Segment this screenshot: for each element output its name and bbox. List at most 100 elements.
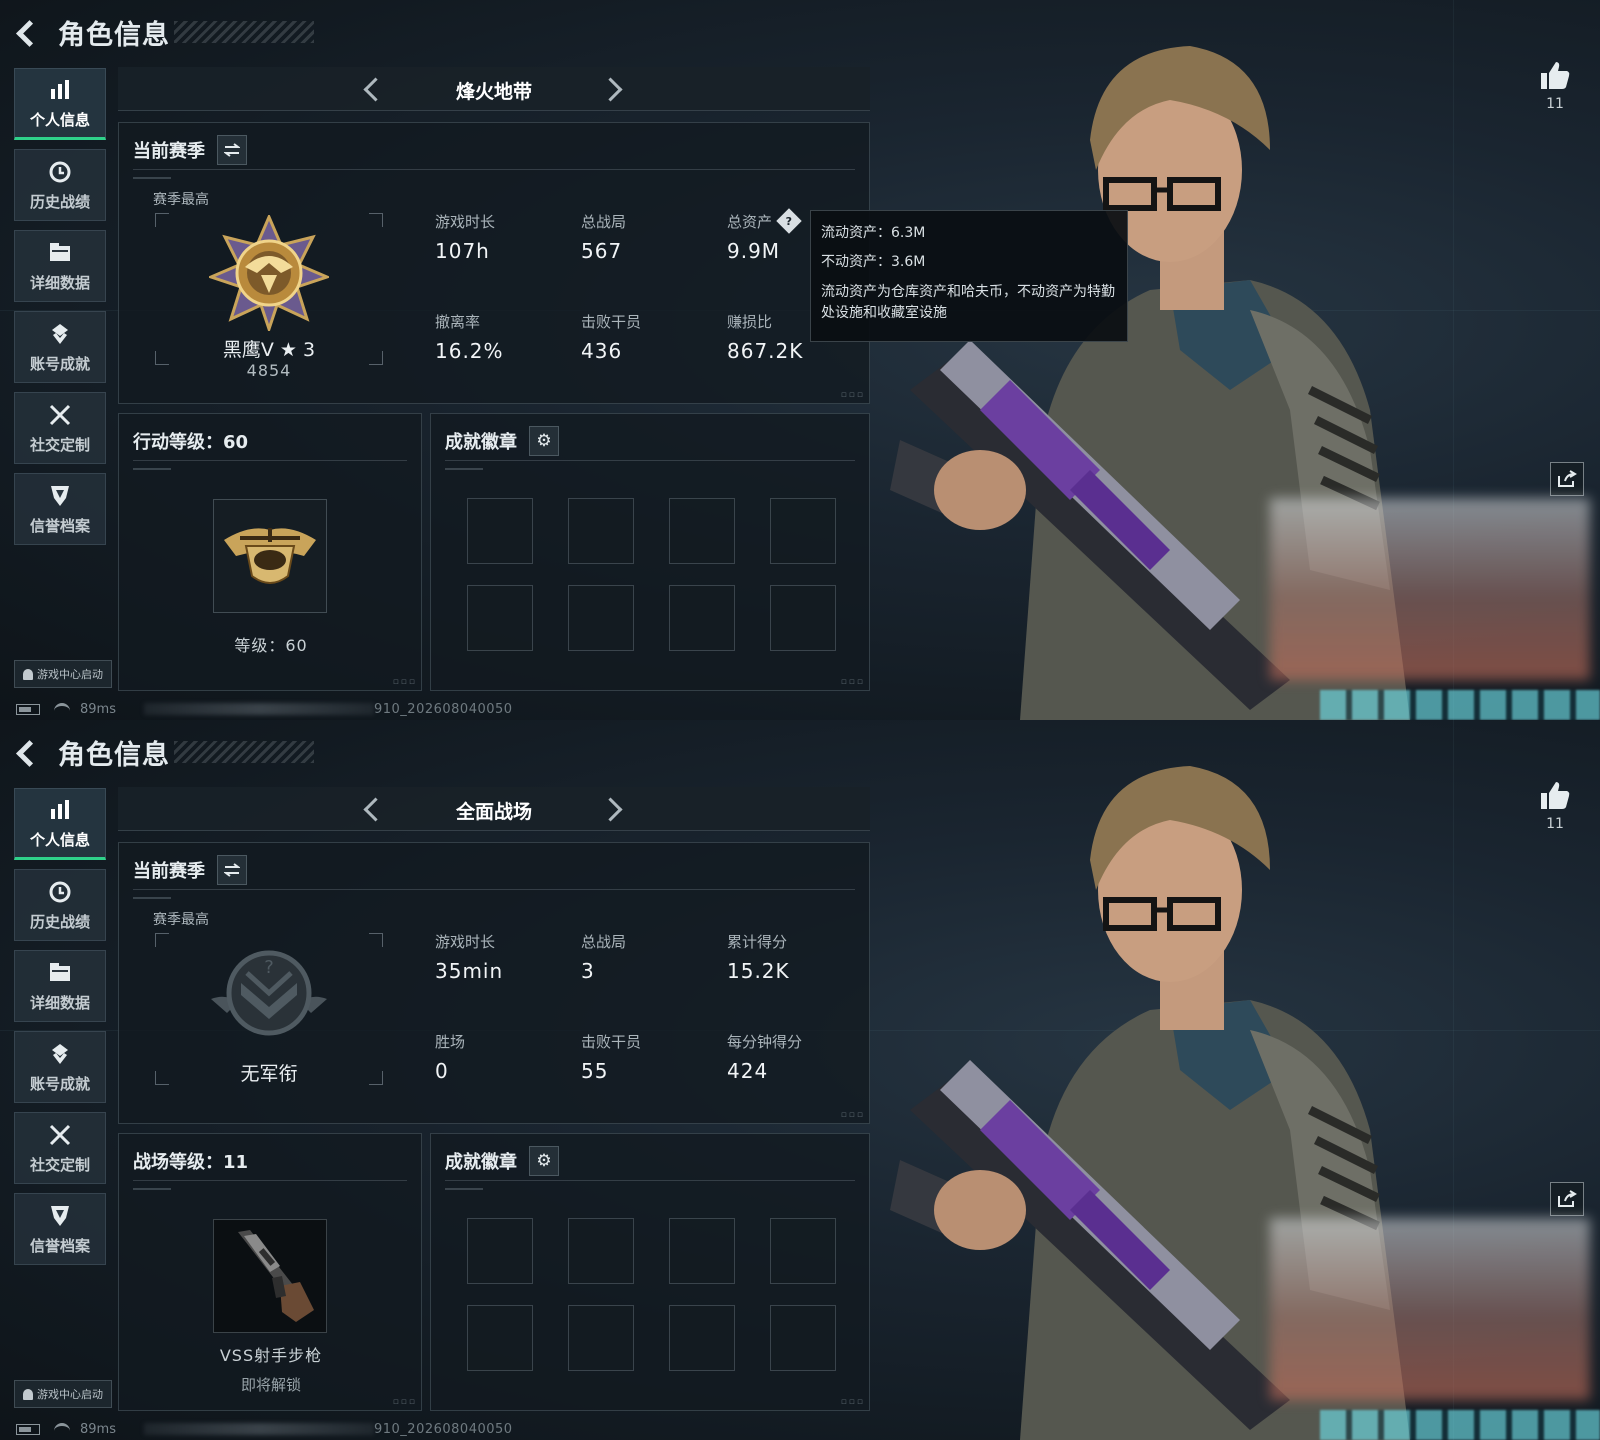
stat-extract-rate: 撤离率 16.2% <box>435 311 565 364</box>
badge-slot[interactable] <box>568 1305 634 1371</box>
badge-slot[interactable] <box>568 498 634 564</box>
stat-value: 867.2K <box>727 339 804 363</box>
sidebar: 个人信息 历史战绩 详细数据 账号成就 社交定制 信誉档案 <box>14 68 106 554</box>
badge-slot[interactable] <box>770 498 836 564</box>
badge-slot[interactable] <box>669 1305 735 1371</box>
bar-chart-icon <box>47 797 73 823</box>
badge-slot[interactable] <box>568 585 634 651</box>
stat-label: 撤离率 <box>435 312 481 331</box>
season-panel-header: 当前赛季 <box>133 855 247 885</box>
rank-score: 4854 <box>246 361 292 380</box>
chevron-right-icon[interactable] <box>600 795 628 823</box>
badge-slot[interactable] <box>770 1218 836 1284</box>
panel-corner-mark: ▫▫▫ <box>392 1397 417 1407</box>
share-button[interactable] <box>1550 462 1584 496</box>
wifi-icon <box>54 703 70 715</box>
sidebar-item-history[interactable]: 历史战绩 <box>14 149 106 221</box>
tooltip-liquid-assets: 流动资产：6.3M <box>821 225 926 241</box>
sidebar-item-reputation[interactable]: 信誉档案 <box>14 473 106 545</box>
sidebar-item-details[interactable]: 详细数据 <box>14 950 106 1022</box>
season-best-label: 赛季最高 <box>153 912 209 928</box>
gear-icon[interactable]: ⚙ <box>529 426 559 456</box>
sidebar-item-details[interactable]: 详细数据 <box>14 230 106 302</box>
stat-score-per-minute: 每分钟得分 424 <box>727 1031 857 1084</box>
back-arrow-icon[interactable] <box>14 17 42 47</box>
help-icon[interactable]: ? <box>776 208 802 234</box>
stat-total-matches: 总战局 3 <box>581 931 711 984</box>
share-button[interactable] <box>1550 1182 1584 1216</box>
achievement-icon <box>47 321 73 347</box>
page-title: 角色信息 <box>58 19 170 51</box>
stat-value: 107h <box>435 239 490 263</box>
season-panel: 当前赛季 赛季最高 ? 无军衔 游戏时长 35min 总战局 3 累计得分 15… <box>118 842 870 1124</box>
sidebar-item-label: 详细数据 <box>29 273 90 292</box>
badge-slot[interactable] <box>770 585 836 651</box>
achievement-badges-panel: 成就徽章 ⚙ ▫▫▫ <box>430 1133 870 1411</box>
badge-slot[interactable] <box>568 1218 634 1284</box>
stat-kills: 击败干员 436 <box>581 311 711 364</box>
game-center-launch-chip[interactable]: 游戏中心启动 <box>14 1380 112 1408</box>
thumbs-up-icon[interactable] <box>1539 60 1571 90</box>
sidebar-item-social[interactable]: 社交定制 <box>14 392 106 464</box>
swap-season-button[interactable] <box>217 855 247 885</box>
sidebar-item-label: 历史战绩 <box>29 912 90 931</box>
game-center-launch-chip[interactable]: 游戏中心启动 <box>14 660 112 688</box>
uid-text: 910_202608040050 <box>373 1421 513 1437</box>
divider <box>133 169 855 179</box>
panel-corner-mark: ▫▫▫ <box>392 677 417 687</box>
blurred-overlay <box>1270 1218 1590 1400</box>
sidebar-item-achievements[interactable]: 账号成就 <box>14 1031 106 1103</box>
badge-slot[interactable] <box>669 498 735 564</box>
history-clock-icon <box>47 159 73 185</box>
chevron-right-icon[interactable] <box>600 75 628 103</box>
badge-slot[interactable] <box>467 498 533 564</box>
badge-slot[interactable] <box>770 1305 836 1371</box>
sidebar-item-label: 信誉档案 <box>29 1236 90 1255</box>
bell-icon <box>23 1388 33 1400</box>
svg-text:?: ? <box>264 957 274 978</box>
status-bar: 89ms 910_202608040050 <box>16 1420 513 1438</box>
panel-corner-mark: ▫▫▫ <box>840 390 865 400</box>
season-best-label: 赛季最高 <box>153 192 209 208</box>
divider <box>133 460 407 470</box>
stat-label: 累计得分 <box>727 932 788 951</box>
sidebar-item-history[interactable]: 历史战绩 <box>14 869 106 941</box>
share-icon <box>1558 470 1577 487</box>
badge-slots <box>467 498 836 651</box>
assets-tooltip: 流动资产：6.3M 不动资产：3.6M 流动资产为仓库资产和哈夫币，不动资产为特… <box>810 210 1128 342</box>
sidebar-item-label: 信誉档案 <box>29 516 90 535</box>
badge-slot[interactable] <box>669 585 735 651</box>
share-icon <box>1558 1190 1577 1207</box>
battery-icon <box>16 703 40 715</box>
sidebar-item-achievements[interactable]: 账号成就 <box>14 311 106 383</box>
stat-value: 0 <box>435 1059 449 1083</box>
screen-2-full-battlefield: 角色信息 个人信息 历史战绩 详细数据 账号成就 社交定制 信誉档案 游戏中心启… <box>0 720 1600 1440</box>
bell-icon <box>23 668 33 680</box>
swap-season-button[interactable] <box>217 135 247 165</box>
achievement-icon <box>47 1041 73 1067</box>
stat-value: 15.2K <box>727 959 790 983</box>
stat-value: 567 <box>581 239 623 263</box>
badge-slot[interactable] <box>467 585 533 651</box>
sidebar-item-social[interactable]: 社交定制 <box>14 1112 106 1184</box>
badge-slot[interactable] <box>467 1218 533 1284</box>
mode-switcher: 全面战场 <box>118 787 870 831</box>
stat-total-score: 累计得分 15.2K <box>727 931 857 984</box>
page-header: 角色信息 <box>14 734 314 771</box>
panel-corner-mark: ▫▫▫ <box>840 1397 865 1407</box>
panel-corner-mark: ▫▫▫ <box>840 677 865 687</box>
badge-slot[interactable] <box>669 1218 735 1284</box>
reward-name: VSS射手步枪 <box>219 1346 323 1365</box>
shield-icon <box>47 483 73 509</box>
badge-slot[interactable] <box>467 1305 533 1371</box>
gear-icon[interactable]: ⚙ <box>529 1146 559 1176</box>
helicopter-badge-icon <box>224 528 316 584</box>
back-arrow-icon[interactable] <box>14 737 42 767</box>
mode-switcher: 烽火地带 <box>118 67 870 111</box>
battery-icon <box>16 1423 40 1435</box>
sidebar-item-profile[interactable]: 个人信息 <box>14 68 106 140</box>
stat-label: 击败干员 <box>581 1032 642 1051</box>
thumbs-up-icon[interactable] <box>1539 780 1571 810</box>
sidebar-item-profile[interactable]: 个人信息 <box>14 788 106 860</box>
sidebar-item-reputation[interactable]: 信誉档案 <box>14 1193 106 1265</box>
